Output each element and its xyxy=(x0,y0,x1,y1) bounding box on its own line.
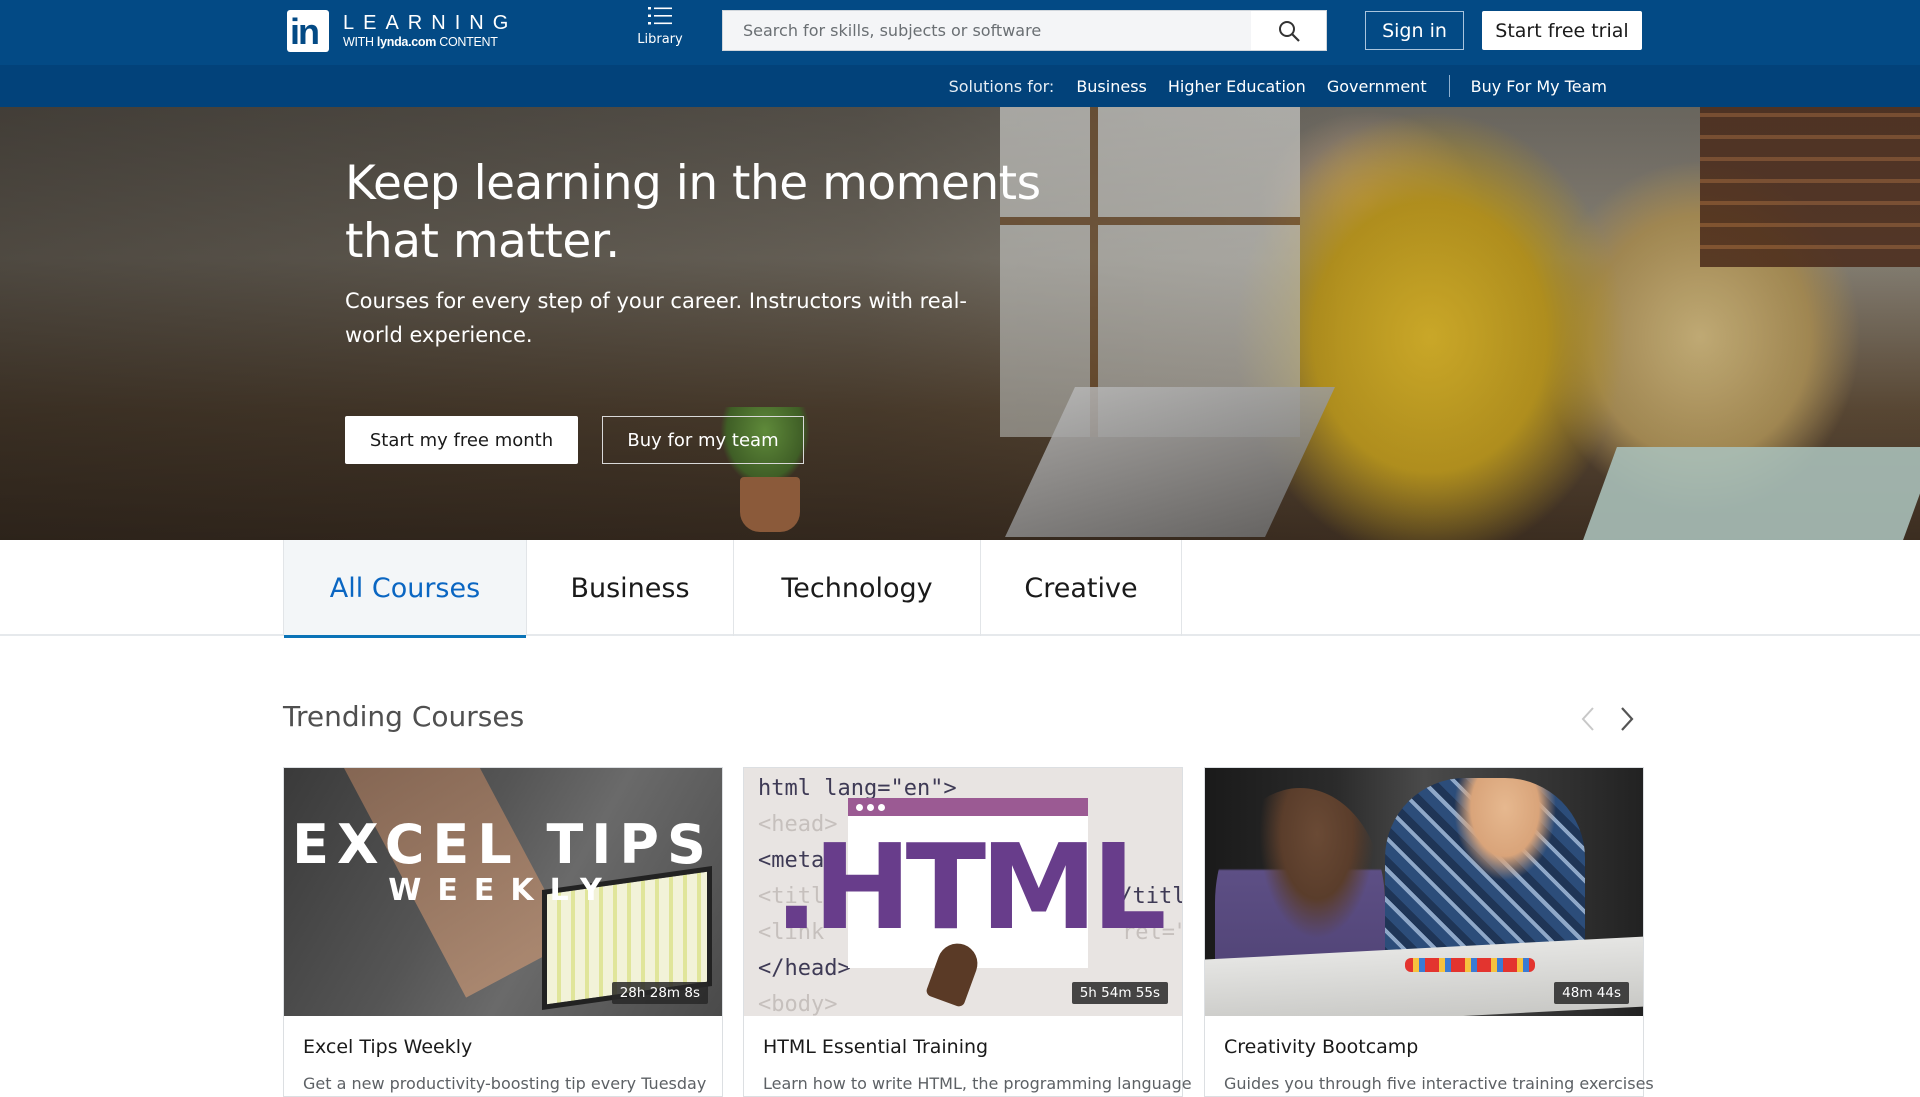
list-icon xyxy=(648,7,672,25)
nav-link-higher-education[interactable]: Higher Education xyxy=(1168,77,1306,96)
search-bar xyxy=(722,10,1327,51)
hero-heading: Keep learning in the moments that matter… xyxy=(345,156,1041,269)
logo-title: LEARNING xyxy=(343,12,518,34)
search-button[interactable] xyxy=(1251,11,1326,50)
duration-badge: 5h 54m 55s xyxy=(1071,982,1168,1004)
course-thumbnail: html lang="en"> <head> <meta <title <lin… xyxy=(744,768,1182,1016)
solutions-nav: Solutions for: Business Higher Education… xyxy=(0,65,1920,107)
trending-courses-title: Trending Courses xyxy=(283,700,525,733)
top-header: in LEARNING WITH lynda.com CONTENT Libra… xyxy=(0,0,1920,65)
search-input[interactable] xyxy=(723,11,1251,50)
search-icon xyxy=(1278,20,1300,42)
category-tabs: All Courses Business Technology Creative xyxy=(0,540,1920,638)
start-free-month-button[interactable]: Start my free month xyxy=(345,416,578,464)
chevron-right-icon xyxy=(1621,707,1634,731)
nav-link-government[interactable]: Government xyxy=(1327,77,1427,96)
start-free-trial-button[interactable]: Start free trial xyxy=(1482,11,1642,50)
carousel-next-button[interactable] xyxy=(1613,702,1641,736)
duration-badge: 28h 28m 8s xyxy=(611,982,708,1004)
duration-badge: 48m 44s xyxy=(1554,982,1629,1004)
chevron-left-icon xyxy=(1581,707,1594,731)
course-card-html-essential-training[interactable]: html lang="en"> <head> <meta <title <lin… xyxy=(743,767,1192,1097)
carousel-prev-button[interactable] xyxy=(1574,702,1602,736)
tab-creative[interactable]: Creative xyxy=(981,540,1182,636)
course-description: Learn how to write HTML, the programming… xyxy=(763,1074,1192,1093)
linkedin-learning-logo[interactable]: in LEARNING WITH lynda.com CONTENT xyxy=(287,10,517,52)
colored-blocks-image xyxy=(1405,958,1535,972)
hero-bg-pot xyxy=(740,477,800,532)
solutions-label: Solutions for: xyxy=(948,76,1055,96)
hero-bg-brick xyxy=(1700,107,1920,267)
nav-link-buy-for-my-team[interactable]: Buy For My Team xyxy=(1471,77,1607,96)
nav-divider xyxy=(1448,75,1450,97)
library-label: Library xyxy=(637,32,683,47)
buy-for-team-button[interactable]: Buy for my team xyxy=(602,416,804,464)
hero-banner: Keep learning in the moments that matter… xyxy=(0,107,1920,540)
course-thumbnail: 48m 44s xyxy=(1205,768,1643,1016)
course-description: Guides you through five interactive trai… xyxy=(1224,1074,1654,1093)
logo-subtitle: WITH lynda.com CONTENT xyxy=(343,35,498,49)
hero-bg-table xyxy=(1583,447,1920,540)
course-card-excel-tips-weekly[interactable]: EXCEL TIPS WEEKLY 28h 28m 8s Excel Tips … xyxy=(283,767,723,1097)
library-button[interactable]: Library xyxy=(630,6,690,47)
course-title[interactable]: HTML Essential Training xyxy=(763,1036,988,1058)
tab-all-courses[interactable]: All Courses xyxy=(283,540,527,638)
hero-subheading: Courses for every step of your career. I… xyxy=(345,289,967,347)
nav-link-business[interactable]: Business xyxy=(1076,77,1147,96)
course-thumbnail: EXCEL TIPS WEEKLY 28h 28m 8s xyxy=(284,768,722,1016)
course-card-creativity-bootcamp[interactable]: 48m 44s Creativity Bootcamp Guides you t… xyxy=(1204,767,1654,1097)
course-title[interactable]: Excel Tips Weekly xyxy=(303,1036,472,1058)
course-title[interactable]: Creativity Bootcamp xyxy=(1224,1036,1418,1058)
sign-in-button[interactable]: Sign in xyxy=(1365,11,1464,50)
tab-business[interactable]: Business xyxy=(527,540,734,636)
linkedin-in-icon: in xyxy=(287,10,329,52)
course-description: Get a new productivity-boosting tip ever… xyxy=(303,1074,707,1093)
tab-technology[interactable]: Technology xyxy=(734,540,981,636)
